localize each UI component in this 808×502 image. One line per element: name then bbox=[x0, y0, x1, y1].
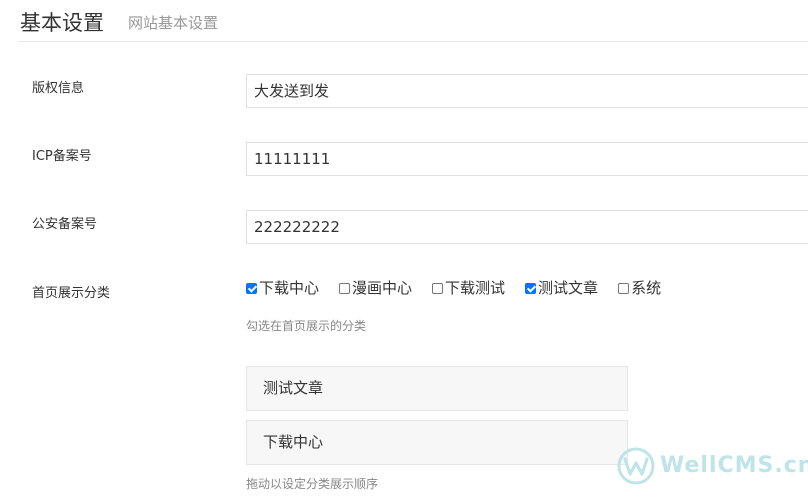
category-checkbox-comic-center[interactable]: 漫画中心 bbox=[339, 278, 412, 298]
category-checkbox-label: 下载中心 bbox=[259, 279, 320, 297]
checkbox-icon[interactable] bbox=[618, 282, 630, 294]
home-categories-hint: 勾选在首页展示的分类 bbox=[246, 319, 367, 333]
copyright-input[interactable]: 大发送到发 bbox=[246, 74, 808, 108]
icp-label: ICP备案号 bbox=[32, 149, 92, 164]
category-checkbox-download-test[interactable]: 下载测试 bbox=[432, 278, 505, 298]
home-categories-checkboxes: 下载中心 漫画中心 下载测试 测试文章 系统 bbox=[246, 278, 681, 298]
sortable-category-item[interactable]: 下载中心 bbox=[246, 420, 628, 465]
category-checkbox-label: 漫画中心 bbox=[352, 279, 413, 297]
home-categories-label: 首页展示分类 bbox=[32, 286, 111, 301]
category-checkbox-system[interactable]: 系统 bbox=[618, 278, 661, 298]
police-record-label: 公安备案号 bbox=[32, 217, 98, 232]
wellcms-logo-icon bbox=[617, 447, 655, 485]
copyright-label: 版权信息 bbox=[32, 81, 85, 96]
watermark-text: WellCMS.cn bbox=[660, 453, 808, 478]
checkbox-icon[interactable] bbox=[339, 282, 351, 294]
settings-page: 基本设置 网站基本设置 版权信息 大发送到发 ICP备案号 11111111 公… bbox=[0, 0, 808, 502]
police-record-input[interactable]: 222222222 bbox=[246, 210, 808, 244]
sort-hint: 拖动以设定分类展示顺序 bbox=[246, 477, 379, 491]
sortable-category-item[interactable]: 测试文章 bbox=[246, 366, 628, 411]
page-subtitle: 网站基本设置 bbox=[128, 14, 219, 32]
category-checkbox-download-center[interactable]: 下载中心 bbox=[246, 278, 319, 298]
watermark: WellCMS.cn bbox=[616, 444, 808, 488]
category-checkbox-label: 测试文章 bbox=[538, 279, 599, 297]
category-checkbox-test-article[interactable]: 测试文章 bbox=[525, 278, 598, 298]
category-checkbox-label: 系统 bbox=[631, 279, 662, 297]
checkbox-icon[interactable] bbox=[246, 282, 257, 294]
checkbox-icon[interactable] bbox=[432, 282, 444, 294]
category-checkbox-label: 下载测试 bbox=[445, 279, 506, 297]
checkbox-icon[interactable] bbox=[525, 282, 537, 294]
page-header: 基本设置 网站基本设置 bbox=[18, 0, 808, 42]
page-title: 基本设置 bbox=[20, 11, 104, 35]
icp-input[interactable]: 11111111 bbox=[246, 142, 808, 176]
